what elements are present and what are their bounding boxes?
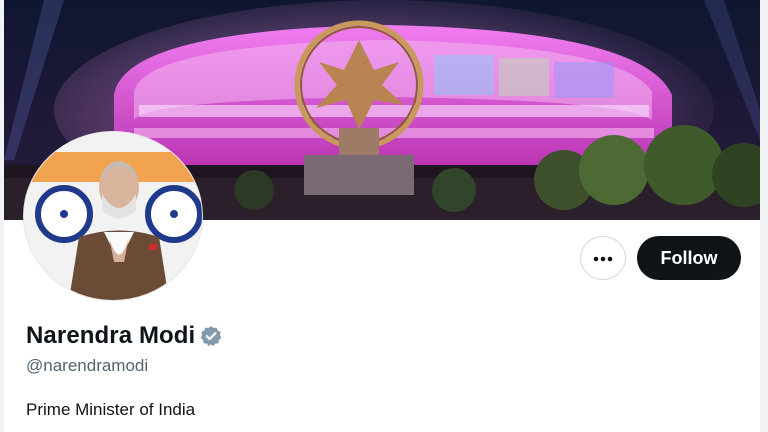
profile-bio: Prime Minister of India	[26, 400, 196, 419]
display-name: Narendra Modi	[26, 322, 196, 349]
verified-badge-icon[interactable]	[200, 325, 222, 347]
follow-button-label: Follow	[660, 247, 718, 268]
profile-card: Follow Narendra Modi @narendramodi Prime…	[4, 0, 760, 432]
profile-avatar[interactable]	[24, 132, 202, 300]
user-handle: @narendramodi	[26, 356, 149, 375]
follow-button[interactable]: Follow	[637, 236, 741, 280]
page-background: Follow Narendra Modi @narendramodi Prime…	[0, 0, 768, 432]
more-options-button[interactable]	[580, 236, 626, 280]
more-horizontal-icon	[593, 249, 613, 267]
display-name-row: Narendra Modi	[26, 322, 222, 350]
